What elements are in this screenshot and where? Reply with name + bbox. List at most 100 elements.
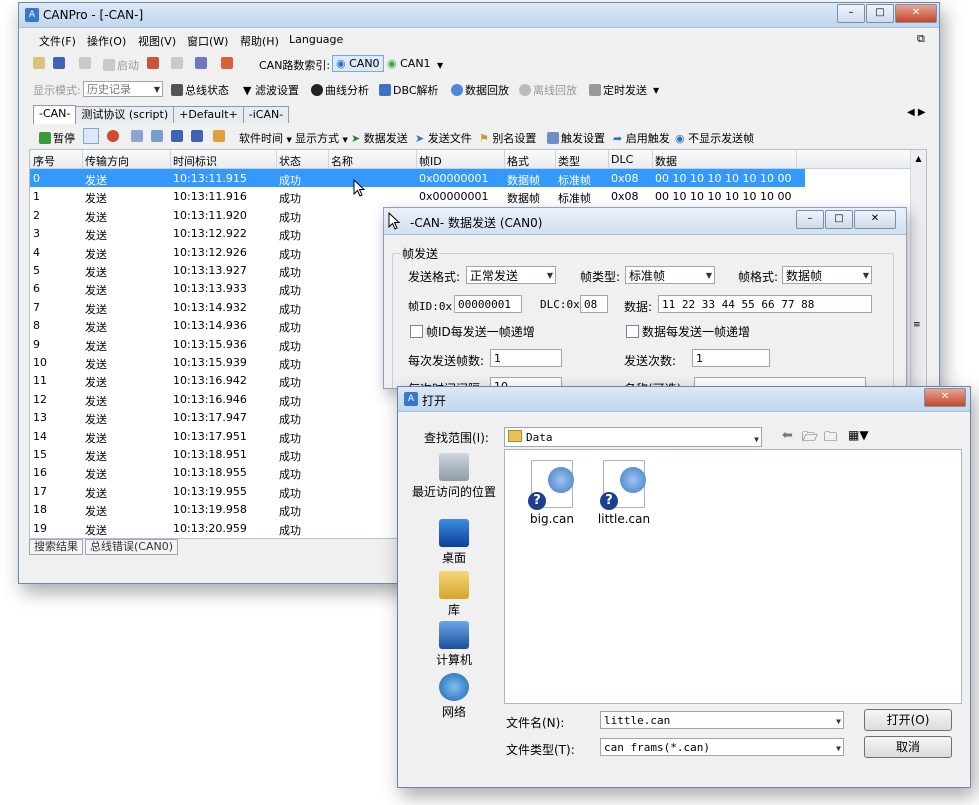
tab-search-results[interactable]: 搜索结果 <box>29 539 83 555</box>
scroll-grip-icon[interactable]: ≡ <box>913 320 921 330</box>
tab-default[interactable]: +Default+ <box>173 106 244 123</box>
send-format-select[interactable]: 正常发送 ▼ <box>466 266 556 284</box>
hide-send-button[interactable]: ◉ 不显示发送帧 <box>675 130 754 146</box>
dlc-input[interactable]: 08 <box>580 295 608 313</box>
display-mode-select[interactable]: 历史记录 ▼ <box>83 81 163 97</box>
alias-button[interactable]: ⚑ 别名设置 <box>479 130 536 146</box>
new-folder-icon[interactable]: 🗀 <box>824 428 837 450</box>
tab-can[interactable]: -CAN- <box>33 105 77 124</box>
open-button[interactable]: 打开(O) <box>864 709 952 731</box>
enable-trigger-button[interactable]: ➦ 启用触发 <box>613 130 670 146</box>
replay-button[interactable]: 数据回放 <box>451 82 509 98</box>
close-button[interactable]: ✕ <box>895 4 937 23</box>
chevron-down-icon: ▼ <box>836 744 841 753</box>
tab-script[interactable]: 测试协议 (script) <box>75 106 175 123</box>
pen-icon[interactable] <box>79 57 93 70</box>
can0-button[interactable]: ◉ CAN0 <box>332 55 384 72</box>
timed-send-button[interactable]: 定时发送 <box>589 82 647 98</box>
table-row[interactable]: 1 发送 10:13:11.916 成功 0x00000001 数据帧 标准帧 0x08 00 … <box>30 187 910 205</box>
menu-window[interactable]: 窗口(W) <box>187 33 228 49</box>
send-minimize-button[interactable]: – <box>796 210 824 229</box>
clear-icon[interactable] <box>107 130 121 143</box>
send-close-button[interactable]: ✕ <box>854 210 896 229</box>
inc-id-checkbox[interactable] <box>410 325 423 338</box>
pause-button[interactable]: 暂停 <box>39 130 75 146</box>
col-data[interactable]: 数据 <box>655 153 677 169</box>
soft-time-button[interactable]: 软件时间 ▼ <box>239 130 292 146</box>
trigger-button[interactable]: 触发设置 <box>547 130 605 146</box>
find-icon[interactable] <box>151 130 165 143</box>
menu-language[interactable]: Language <box>289 33 343 46</box>
export-icon[interactable] <box>191 130 205 143</box>
tab-bus-errors[interactable]: 总线错误(CAN0) <box>85 539 179 555</box>
place-computer[interactable]: 计算机 <box>412 621 496 668</box>
filetype-select[interactable]: can frams(*.can) ▼ <box>600 738 844 756</box>
place-network[interactable]: 网络 <box>412 673 496 720</box>
col-name[interactable]: 名称 <box>331 153 353 169</box>
help-icon[interactable] <box>221 57 235 70</box>
minimize-button[interactable]: – <box>837 4 865 23</box>
filter-button[interactable]: ▼ 滤波设置 <box>243 82 299 98</box>
open-close-button[interactable]: ✕ <box>924 388 966 407</box>
restore-icon[interactable]: ⧉ <box>917 32 925 46</box>
menu-file[interactable]: 文件(F) <box>39 33 76 49</box>
maximize-button[interactable]: □ <box>866 4 894 23</box>
up-folder-icon[interactable]: 🗁 <box>802 428 818 450</box>
can1-button[interactable]: ◉ CAN1 <box>387 57 431 70</box>
inc-data-checkbox[interactable] <box>626 325 639 338</box>
curve-button[interactable]: 曲线分析 <box>311 82 369 98</box>
offline-replay-button[interactable]: 离线回放 <box>519 82 577 98</box>
table-row[interactable]: 0 发送 10:13:11.915 成功 0x00000001 数据帧 标准帧 0x08 00 … <box>30 169 805 187</box>
col-format[interactable]: 格式 <box>507 153 529 169</box>
file-item[interactable]: ? little.can <box>589 460 659 526</box>
config-icon[interactable] <box>147 57 161 70</box>
frame-format-select[interactable]: 数据帧 ▼ <box>782 266 872 284</box>
place-libraries[interactable]: 库 <box>412 571 496 618</box>
start-button[interactable]: 启动 <box>103 57 139 73</box>
copy-icon[interactable] <box>131 130 145 143</box>
col-status[interactable]: 状态 <box>279 153 301 169</box>
frames-per-send-input[interactable]: 1 <box>490 349 562 367</box>
toolbar-overflow-icon[interactable]: ▼ <box>653 86 659 95</box>
menu-view[interactable]: 视图(V) <box>138 33 176 49</box>
data-input[interactable]: 11 22 33 44 55 66 77 88 <box>658 295 872 313</box>
scroll-lock-icon[interactable] <box>83 128 99 144</box>
package-icon[interactable] <box>213 130 227 143</box>
col-type[interactable]: 类型 <box>558 153 580 169</box>
send-maximize-button[interactable]: □ <box>825 210 853 229</box>
tool-icon[interactable] <box>171 57 185 70</box>
tab-scroll-icon[interactable]: ◀ ▶ <box>907 107 926 118</box>
col-direction[interactable]: 传输方向 <box>85 153 129 169</box>
frame-type-select[interactable]: 标准帧 ▼ <box>625 266 715 284</box>
send-file-button[interactable]: ➤ 发送文件 <box>415 130 472 146</box>
send-count-input[interactable]: 1 <box>692 349 770 367</box>
col-dlc[interactable]: DLC <box>611 153 633 166</box>
menu-help[interactable]: 帮助(H) <box>240 33 279 49</box>
col-time[interactable]: 时间标识 <box>173 153 217 169</box>
file-item[interactable]: ? big.can <box>517 460 587 526</box>
send-data-button[interactable]: ➤ 数据发送 <box>351 130 408 146</box>
tab-ican[interactable]: -iCAN- <box>242 106 290 123</box>
save-grid-icon[interactable] <box>171 130 185 143</box>
back-icon[interactable]: ⬅ <box>782 428 793 443</box>
book-icon[interactable] <box>195 57 209 70</box>
look-in-select[interactable]: Data ▼ <box>504 427 762 447</box>
place-recent[interactable]: 最近访问的位置 <box>412 453 496 500</box>
open-icon[interactable] <box>33 57 47 70</box>
save-icon[interactable] <box>53 57 67 70</box>
frame-id-input[interactable]: 00000001 <box>454 295 522 313</box>
place-desktop[interactable]: 桌面 <box>412 519 496 566</box>
toolbar-overflow-icon[interactable]: ▼ <box>437 61 443 70</box>
bus-status-button[interactable]: 总线状态 <box>171 82 229 98</box>
cancel-button[interactable]: 取消 <box>864 736 952 758</box>
col-index[interactable]: 序号 <box>33 153 55 169</box>
table-cell-dir: 发送 <box>85 505 107 519</box>
scroll-up-icon[interactable]: ▲ <box>911 154 926 163</box>
view-menu-icon[interactable]: ▦▼ <box>848 428 869 442</box>
dbc-button[interactable]: DBC解析 <box>379 82 439 98</box>
col-frame-id[interactable]: 帧ID <box>419 153 442 169</box>
table-cell-dlc: 0x08 <box>611 190 639 204</box>
menu-operate[interactable]: 操作(O) <box>87 33 126 49</box>
filename-input[interactable]: little.can ▼ <box>600 711 844 729</box>
display-style-button[interactable]: 显示方式 ▼ <box>295 130 348 146</box>
